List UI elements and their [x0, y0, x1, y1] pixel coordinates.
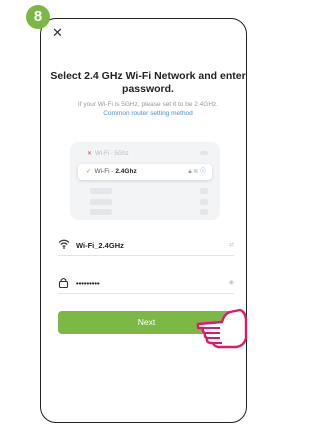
wifi-24-name: 2.4Ghz: [115, 168, 137, 175]
field-underline: [58, 293, 234, 294]
lock-icon: [58, 277, 69, 291]
wifi-illustration: ✕ Wi-Fi - 5Ghz ✓ Wi-Fi - 2.4Ghz 🔒︎ ≋ ⓘ: [70, 142, 220, 220]
placeholder-bar: [90, 188, 112, 194]
placeholder-bar: [200, 151, 208, 155]
placeholder-bar: [200, 199, 208, 205]
password-value: •••••••••: [76, 279, 100, 288]
wifi-24-prefix: Wi-Fi -: [94, 168, 116, 175]
wifi-5g-row: ✕ Wi-Fi - 5Ghz: [87, 150, 129, 157]
lock-icon: 🔒︎: [188, 169, 192, 175]
close-icon[interactable]: ✕: [52, 25, 63, 41]
field-underline: [58, 255, 234, 256]
wifi-5g-label: Wi-Fi - 5Ghz: [95, 151, 129, 157]
wifi-row-icons: 🔒︎ ≋ ⓘ: [188, 164, 206, 180]
wifi-signal-icon: ≋: [193, 169, 199, 175]
pointing-hand-icon: [196, 302, 248, 355]
router-setting-link[interactable]: Common router setting method: [50, 109, 246, 118]
info-icon: ⓘ: [199, 169, 206, 175]
hint-message: If your Wi-Fi is 5GHz, please set it to …: [77, 101, 219, 108]
check-icon: ✓: [86, 168, 92, 175]
placeholder-bar: [90, 209, 112, 215]
wifi-name-value: Wi-Fi_2.4GHz: [76, 241, 124, 250]
eye-icon[interactable]: ◉: [229, 279, 234, 286]
step-badge: 8: [26, 5, 50, 29]
cross-icon: ✕: [87, 151, 93, 157]
switch-icon[interactable]: ⇄: [229, 241, 234, 248]
placeholder-bar: [90, 199, 112, 205]
wifi-24-row: ✓ Wi-Fi - 2.4Ghz 🔒︎ ≋ ⓘ: [78, 164, 212, 180]
page-title: Select 2.4 GHz Wi-Fi Network and enter p…: [50, 70, 246, 95]
wifi-icon: [58, 239, 70, 252]
placeholder-bar: [200, 209, 208, 215]
placeholder-bar: [200, 188, 208, 194]
hint-text: If your Wi-Fi is 5GHz, please set it to …: [50, 100, 246, 118]
